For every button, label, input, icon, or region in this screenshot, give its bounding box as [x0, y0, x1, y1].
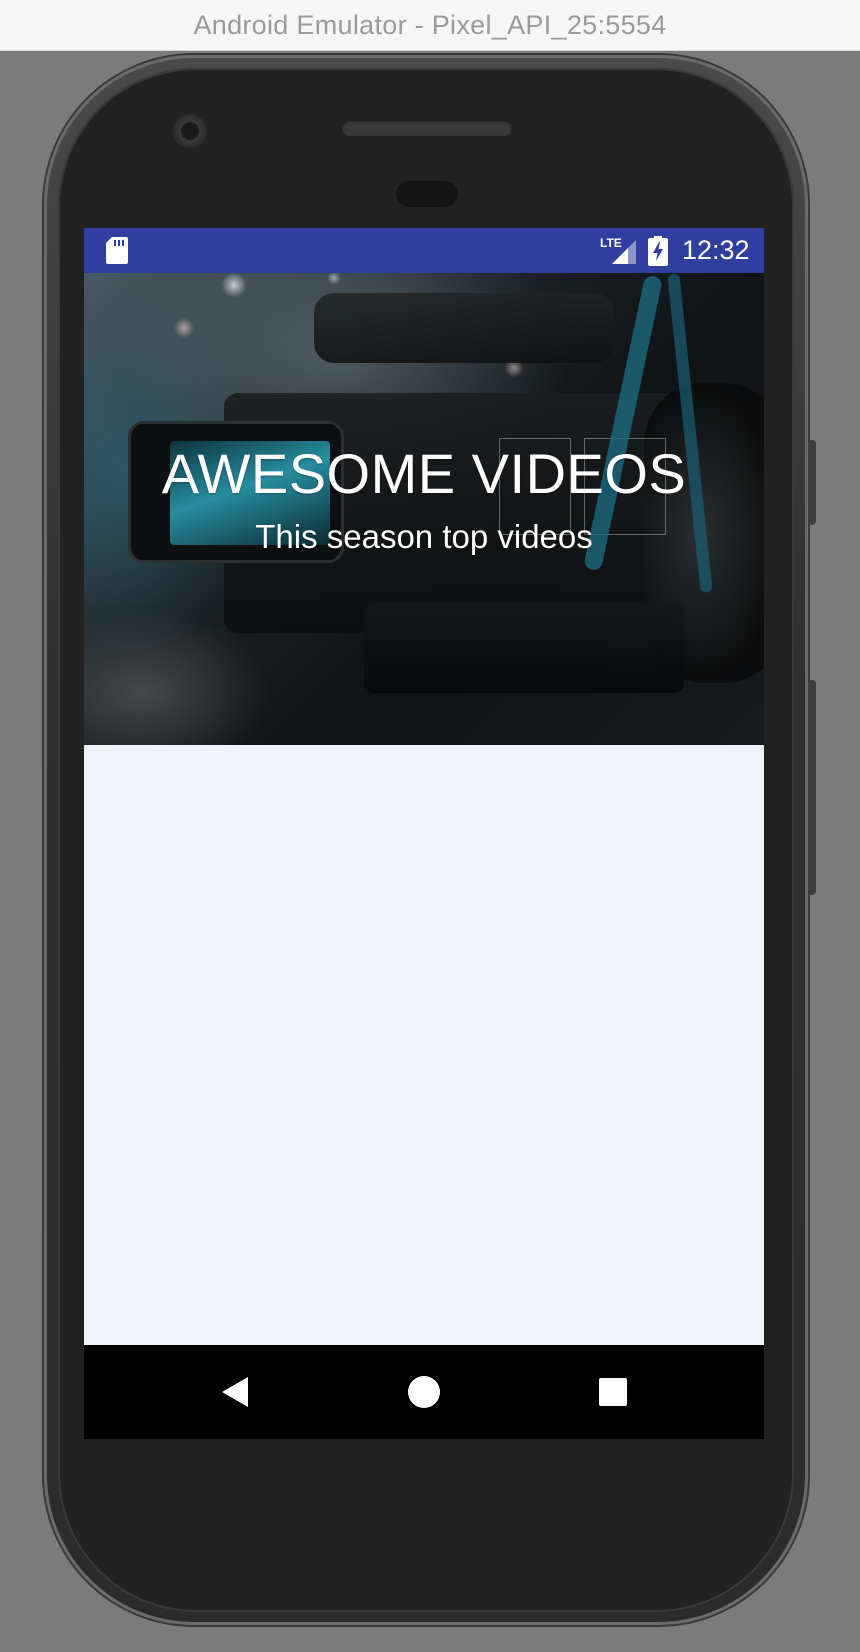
- camera-top-handle: [314, 293, 614, 363]
- sd-card-icon: [106, 237, 128, 269]
- volume-button[interactable]: [808, 680, 816, 895]
- proximity-sensor: [396, 181, 458, 207]
- power-button[interactable]: [808, 440, 816, 525]
- device-screen: LTE 12:32 AWESOME VIDEOS This season top…: [84, 228, 764, 1439]
- content-area: [84, 745, 764, 1345]
- recents-button[interactable]: [568, 1345, 658, 1439]
- hero-title: AWESOME VIDEOS: [161, 442, 687, 505]
- back-icon: [222, 1377, 248, 1407]
- navigation-bar: [84, 1345, 764, 1439]
- home-icon: [408, 1376, 440, 1408]
- earpiece-speaker: [342, 120, 512, 136]
- svg-text:LTE: LTE: [600, 236, 622, 250]
- emulator-window: Android Emulator - Pixel_API_25:5554 LTE: [0, 0, 860, 1652]
- lte-signal-icon: LTE: [600, 236, 638, 271]
- back-button[interactable]: [190, 1345, 280, 1439]
- home-button[interactable]: [379, 1345, 469, 1439]
- hero-subtitle: This season top videos: [255, 518, 593, 555]
- recents-icon: [599, 1378, 627, 1406]
- status-bar: LTE 12:32: [84, 228, 764, 273]
- battery-charging-icon: [648, 236, 668, 271]
- camera-bottom-shape: [364, 603, 684, 693]
- window-title: Android Emulator - Pixel_API_25:5554: [193, 9, 667, 40]
- front-camera-icon: [173, 114, 207, 148]
- window-title-bar: Android Emulator - Pixel_API_25:5554: [0, 0, 860, 51]
- status-clock: 12:32: [682, 235, 750, 265]
- hero-banner: AWESOME VIDEOS This season top videos: [84, 273, 764, 745]
